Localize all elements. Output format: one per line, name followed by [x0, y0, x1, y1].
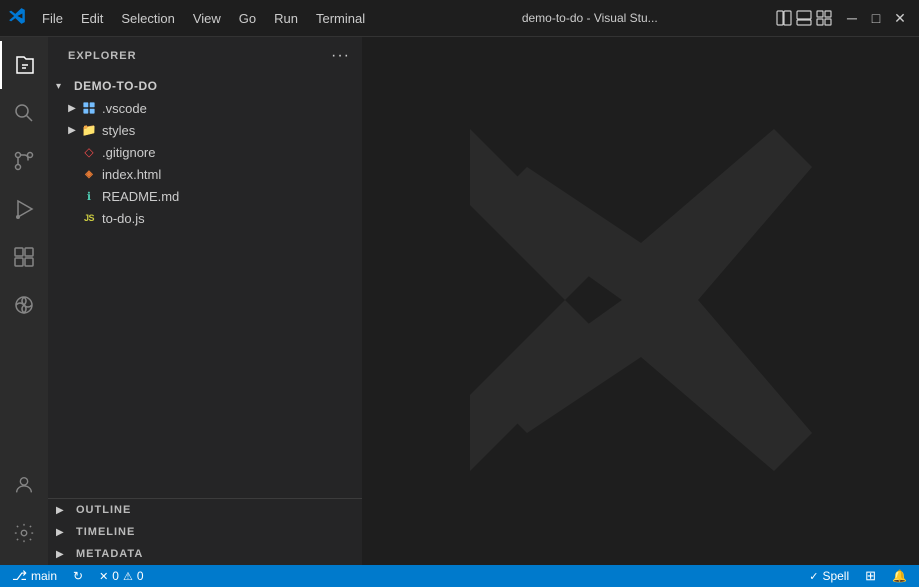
timeline-panel-title: TIMELINE: [76, 526, 135, 538]
metadata-panel-arrow: ▶: [56, 549, 72, 560]
editor-area: [362, 37, 919, 565]
minimize-button[interactable]: ─: [841, 7, 863, 29]
menu-selection[interactable]: Selection: [113, 8, 182, 29]
vscode-watermark: [451, 110, 831, 493]
explorer-more-button[interactable]: ···: [331, 47, 350, 65]
remote-explorer-activity-icon[interactable]: [0, 281, 48, 329]
gitignore-file-icon: ◇: [80, 143, 98, 161]
todo-js-file-icon: JS: [80, 209, 98, 227]
explorer-activity-icon[interactable]: [0, 41, 48, 89]
gitignore-file-label: .gitignore: [102, 145, 155, 160]
timeline-panel-arrow: ▶: [56, 527, 72, 538]
window-controls: ─ □ ✕: [841, 7, 911, 29]
styles-folder-item[interactable]: ▶ 📁 styles: [48, 119, 362, 141]
index-html-file-item[interactable]: ◈ index.html: [48, 163, 362, 185]
branch-name: main: [31, 569, 57, 583]
search-activity-icon[interactable]: [0, 89, 48, 137]
remote-icon: ⊞: [865, 568, 876, 584]
explorer-title: EXPLORER: [68, 50, 137, 62]
readme-file-item[interactable]: ℹ README.md: [48, 185, 362, 207]
extensions-activity-icon[interactable]: [0, 233, 48, 281]
maximize-button[interactable]: □: [865, 7, 887, 29]
index-html-file-label: index.html: [102, 167, 161, 182]
spell-status-item[interactable]: ✓ Spell: [805, 569, 853, 583]
metadata-panel-title: METADATA: [76, 548, 143, 560]
branch-status-item[interactable]: ⎇ main: [8, 568, 61, 584]
close-button[interactable]: ✕: [889, 7, 911, 29]
accounts-activity-icon[interactable]: [0, 461, 48, 509]
todo-js-file-label: to-do.js: [102, 211, 145, 226]
errors-status-item[interactable]: ✕ 0 ⚠ 0: [95, 569, 147, 583]
error-icon: ✕: [99, 570, 108, 583]
activity-bar: [0, 37, 48, 565]
menu-go[interactable]: Go: [231, 8, 264, 29]
settings-activity-icon[interactable]: [0, 509, 48, 557]
spell-label: Spell: [822, 569, 849, 583]
menu-run[interactable]: Run: [266, 8, 306, 29]
root-folder[interactable]: ▾ DEMO-TO-DO: [48, 75, 362, 97]
vscode-folder-label: .vscode: [102, 101, 147, 116]
layout-icon[interactable]: [815, 9, 833, 27]
panel-toggle-icon[interactable]: [795, 9, 813, 27]
activity-bottom: [0, 461, 48, 565]
window-title: demo-to-do - Visual Stu...: [405, 11, 776, 25]
sidebar-toggle-icon[interactable]: [775, 9, 793, 27]
metadata-panel-header[interactable]: ▶ METADATA: [48, 543, 362, 565]
sync-status-item[interactable]: ↻: [69, 569, 87, 583]
file-tree: ▾ DEMO-TO-DO ▶ .vscode ▶: [48, 75, 362, 498]
sync-icon: ↻: [73, 569, 83, 583]
styles-arrow: ▶: [64, 125, 80, 136]
status-bar: ⎇ main ↻ ✕ 0 ⚠ 0 ✓ Spell ⊞ 🔔: [0, 565, 919, 587]
status-bar-right: ✓ Spell ⊞ 🔔: [805, 568, 911, 584]
timeline-panel-header[interactable]: ▶ TIMELINE: [48, 521, 362, 543]
warning-count: 0: [137, 569, 144, 583]
error-count: 0: [112, 569, 119, 583]
menu-edit[interactable]: Edit: [73, 8, 111, 29]
vscode-folder-item[interactable]: ▶ .vscode: [48, 97, 362, 119]
outline-panel-header[interactable]: ▶ OUTLINE: [48, 499, 362, 521]
root-folder-arrow: ▾: [56, 81, 72, 92]
explorer-header: EXPLORER ···: [48, 37, 362, 75]
title-bar: File Edit Selection View Go Run Terminal…: [0, 0, 919, 37]
run-debug-activity-icon[interactable]: [0, 185, 48, 233]
menu-bar: File Edit Selection View Go Run Terminal: [34, 8, 405, 29]
status-bar-left: ⎇ main ↻ ✕ 0 ⚠ 0: [8, 568, 148, 584]
layout-icons: [775, 9, 833, 27]
notification-bell-icon: 🔔: [892, 569, 907, 583]
notification-status-item[interactable]: 🔔: [888, 569, 911, 583]
vscode-folder-icon: [80, 99, 98, 117]
spell-check-icon: ✓: [809, 570, 818, 583]
todo-js-file-item[interactable]: JS to-do.js: [48, 207, 362, 229]
branch-icon: ⎇: [12, 568, 27, 584]
index-html-file-icon: ◈: [80, 165, 98, 183]
readme-file-icon: ℹ: [80, 187, 98, 205]
root-folder-name: DEMO-TO-DO: [74, 79, 157, 93]
menu-view[interactable]: View: [185, 8, 229, 29]
outline-panel-arrow: ▶: [56, 505, 72, 516]
menu-file[interactable]: File: [34, 8, 71, 29]
vscode-logo: [8, 7, 26, 30]
styles-folder-icon: 📁: [80, 121, 98, 139]
readme-file-label: README.md: [102, 189, 179, 204]
styles-folder-label: styles: [102, 123, 135, 138]
source-control-activity-icon[interactable]: [0, 137, 48, 185]
remote-status-item[interactable]: ⊞: [861, 568, 880, 584]
bottom-panels: ▶ OUTLINE ▶ TIMELINE ▶ METADATA: [48, 498, 362, 565]
warning-icon: ⚠: [123, 570, 133, 583]
sidebar: EXPLORER ··· ▾ DEMO-TO-DO ▶: [48, 37, 362, 565]
main-layout: EXPLORER ··· ▾ DEMO-TO-DO ▶: [0, 37, 919, 565]
outline-panel-title: OUTLINE: [76, 504, 131, 516]
gitignore-file-item[interactable]: ◇ .gitignore: [48, 141, 362, 163]
vscode-arrow: ▶: [64, 103, 80, 114]
menu-terminal[interactable]: Terminal: [308, 8, 373, 29]
